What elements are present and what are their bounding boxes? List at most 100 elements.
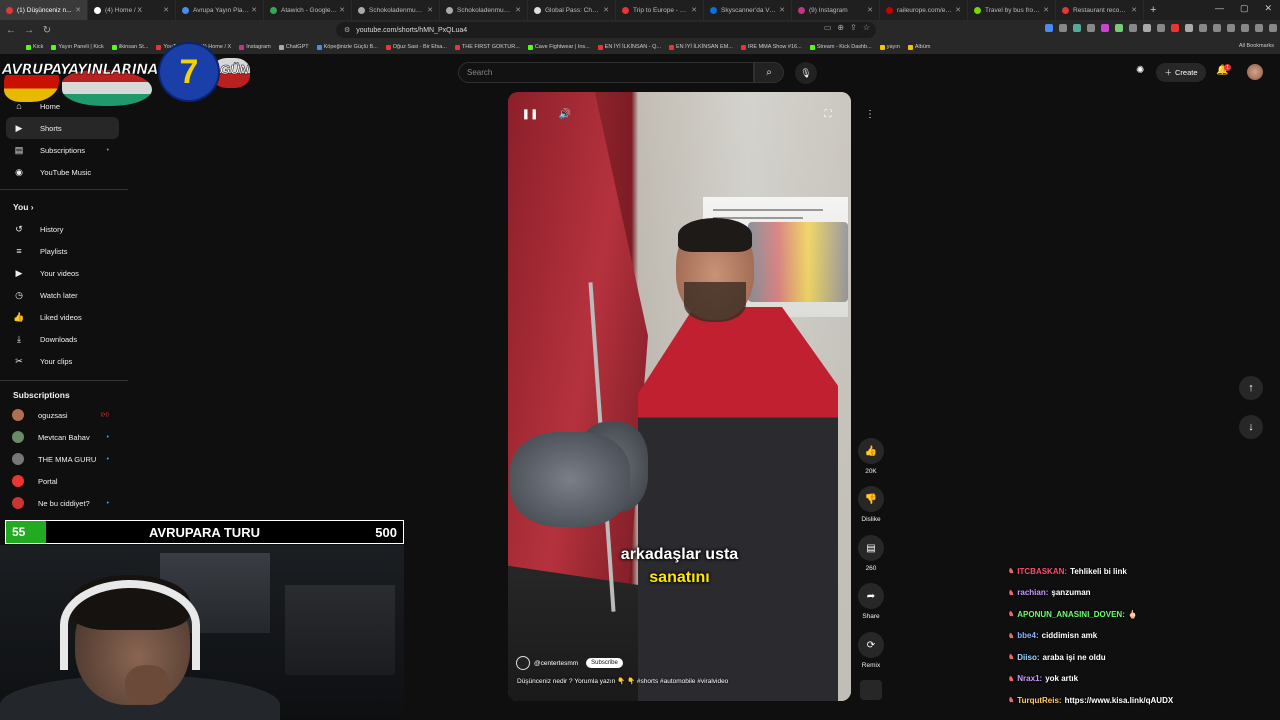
browser-tab[interactable]: Skyscanner'da Venedik✕ (704, 0, 792, 20)
bookmark-item[interactable]: Köpeğinizle Güçlü B... (316, 44, 378, 50)
sidebar-you-heading[interactable]: You › (13, 202, 34, 212)
bookmark-item[interactable]: yayın (879, 44, 900, 50)
tab-close-icon[interactable]: ✕ (867, 6, 873, 14)
tab-close-icon[interactable]: ✕ (1131, 6, 1137, 14)
share-page-icon[interactable]: ⇪ (850, 23, 857, 32)
channel-name[interactable]: @centertesmm (534, 660, 578, 667)
sidebar-subscription-item[interactable]: Ne bu ciddiyet? • (6, 492, 119, 514)
volume-button[interactable]: 🔊 (554, 103, 576, 125)
tab-close-icon[interactable]: ✕ (339, 6, 345, 14)
browser-tab[interactable]: Schokoladenmuseum Kö✕ (352, 0, 440, 20)
extension-icon[interactable] (1129, 24, 1137, 32)
tab-close-icon[interactable]: ✕ (163, 6, 169, 14)
sidebar-subscription-item[interactable]: oguzsasi ((•)) (6, 404, 119, 426)
extension-icon[interactable] (1045, 24, 1053, 32)
sidebar-item-history[interactable]: ↺ History (6, 218, 119, 240)
cast-icon[interactable]: ▭ (824, 23, 832, 32)
sidebar-item-your-videos[interactable]: ▶ Your videos (6, 262, 119, 284)
browser-tab[interactable]: Global Pass: Cheapest R✕ (528, 0, 616, 20)
tab-close-icon[interactable]: ✕ (691, 6, 697, 14)
extension-icon[interactable] (1241, 24, 1249, 32)
browser-tab[interactable]: raileurope.com/en/pass✕ (880, 0, 968, 20)
extension-icon[interactable] (1059, 24, 1067, 32)
bookmark-item[interactable]: Oğuz Sasi - Bir Efsa... (385, 44, 447, 50)
sidebar-item-shorts[interactable]: ▶ Shorts (6, 117, 119, 139)
bookmark-item[interactable]: EN İYİ İLKİNSAN - Q... (597, 44, 661, 50)
comments-button[interactable]: ▤ (858, 535, 884, 561)
tab-close-icon[interactable]: ✕ (515, 6, 521, 14)
tab-close-icon[interactable]: ✕ (955, 6, 961, 14)
extension-icon[interactable] (1073, 24, 1081, 32)
extension-icon[interactable] (1157, 24, 1165, 32)
sparkle-icon[interactable]: ✺ (1136, 65, 1144, 76)
back-icon[interactable]: ← (4, 25, 18, 36)
browser-tab[interactable]: (4) Home / X ✕ (88, 0, 176, 20)
minimize-icon[interactable]: — (1215, 3, 1224, 14)
bookmark-item[interactable]: Albüm (907, 44, 930, 50)
bookmark-item[interactable]: Cave Fightwear | Ins... (527, 44, 590, 50)
sidebar-item-downloads[interactable]: ⤓ Downloads (6, 328, 119, 350)
extension-icon[interactable] (1213, 24, 1221, 32)
sidebar-item-playlists[interactable]: ≡ Playlists (6, 240, 119, 262)
pause-button[interactable]: ❚❚ (519, 103, 541, 125)
search-button[interactable]: ⌕ (754, 62, 784, 83)
voice-search-button[interactable]: 🎙 (795, 62, 817, 84)
previous-short-button[interactable]: ↑ (1239, 376, 1263, 400)
browser-tab[interactable]: Avrupa Yayın Planlam✕ (176, 0, 264, 20)
maximize-icon[interactable]: ▢ (1240, 3, 1249, 14)
create-button[interactable]: ＋ Create (1156, 63, 1206, 82)
all-bookmarks-button[interactable]: All Bookmarks (1239, 43, 1274, 49)
shorts-video-player[interactable]: ❚❚ 🔊 ⛶ arkadaşlar usta sanatını @centert… (508, 92, 851, 701)
like-button[interactable]: 👍 (858, 438, 884, 464)
extension-icon[interactable] (1115, 24, 1123, 32)
dislike-button[interactable]: 👎 (858, 486, 884, 512)
share-button[interactable]: ➦ (858, 583, 884, 609)
close-window-icon[interactable]: ✕ (1264, 3, 1272, 14)
url-bar[interactable]: ⚙ youtube.com/shorts/hMN_PxQLua4 ▭ ⊕ ⇪ ☆ (336, 22, 876, 38)
browser-tab[interactable]: Trip to Europe - Wande✕ (616, 0, 704, 20)
bookmark-item[interactable]: EN İYİ İLKİNSAN EM... (669, 44, 733, 50)
extension-icon[interactable] (1101, 24, 1109, 32)
bookmark-item[interactable]: IRE MMA Show #16... (740, 44, 802, 50)
tab-close-icon[interactable]: ✕ (251, 6, 257, 14)
bookmark-item[interactable]: THE FIRST GOKTUR... (454, 44, 520, 50)
site-info-icon[interactable]: ⚙ (344, 26, 350, 34)
browser-tab[interactable]: (9) Instagram ✕ (792, 0, 880, 20)
more-options-button[interactable]: ⋮ (859, 103, 881, 125)
sidebar-subscription-item[interactable]: THE MMA GURU • (6, 448, 119, 470)
sidebar-item-home[interactable]: ⌂ Home (6, 95, 119, 117)
new-tab-button[interactable]: + (1150, 4, 1156, 16)
subscribe-button[interactable]: Subscribe (586, 658, 623, 668)
sidebar-subscription-item[interactable]: Portal (6, 470, 119, 492)
extension-icon[interactable] (1087, 24, 1095, 32)
extension-icon[interactable] (1227, 24, 1235, 32)
sidebar-item-liked-videos[interactable]: 👍 Liked videos (6, 306, 119, 328)
forward-icon[interactable]: → (22, 25, 36, 36)
browser-tab[interactable]: Restaurant recommenda✕ (1056, 0, 1144, 20)
search-input[interactable]: Search (458, 62, 754, 83)
bookmark-item[interactable]: Stream - Kick Dashb... (809, 44, 872, 50)
sound-thumbnail[interactable] (860, 680, 882, 700)
sidebar-item-your-clips[interactable]: ✂ Your clips (6, 350, 119, 372)
browser-tab[interactable]: Travel by bus from Colo✕ (968, 0, 1056, 20)
bookmark-star-icon[interactable]: ☆ (863, 23, 870, 32)
extension-icon[interactable] (1269, 24, 1277, 32)
tab-close-icon[interactable]: ✕ (603, 6, 609, 14)
extension-icon[interactable] (1255, 24, 1263, 32)
video-description[interactable]: Düşünceniz nedir ? Yorumla yazın 👇 👇 #sh… (517, 677, 728, 685)
remix-button[interactable]: ⟳ (858, 632, 884, 658)
next-short-button[interactable]: ↓ (1239, 415, 1263, 439)
browser-tab[interactable]: (1) Düşünceniz n... ✕ (0, 0, 88, 20)
fullscreen-button[interactable]: ⛶ (817, 103, 839, 125)
tab-close-icon[interactable]: ✕ (75, 6, 81, 14)
user-avatar[interactable] (1247, 64, 1263, 80)
extension-icon[interactable] (1171, 24, 1179, 32)
tab-close-icon[interactable]: ✕ (779, 6, 785, 14)
extension-icon[interactable] (1185, 24, 1193, 32)
sidebar-subscription-item[interactable]: Mevtcan Bahav • (6, 426, 119, 448)
browser-tab[interactable]: Schokoladenmuseum Kö✕ (440, 0, 528, 20)
extension-icon[interactable] (1199, 24, 1207, 32)
tab-close-icon[interactable]: ✕ (1043, 6, 1049, 14)
sidebar-item-subscriptions[interactable]: ▤ Subscriptions • (6, 139, 119, 161)
zoom-icon[interactable]: ⊕ (837, 23, 844, 32)
